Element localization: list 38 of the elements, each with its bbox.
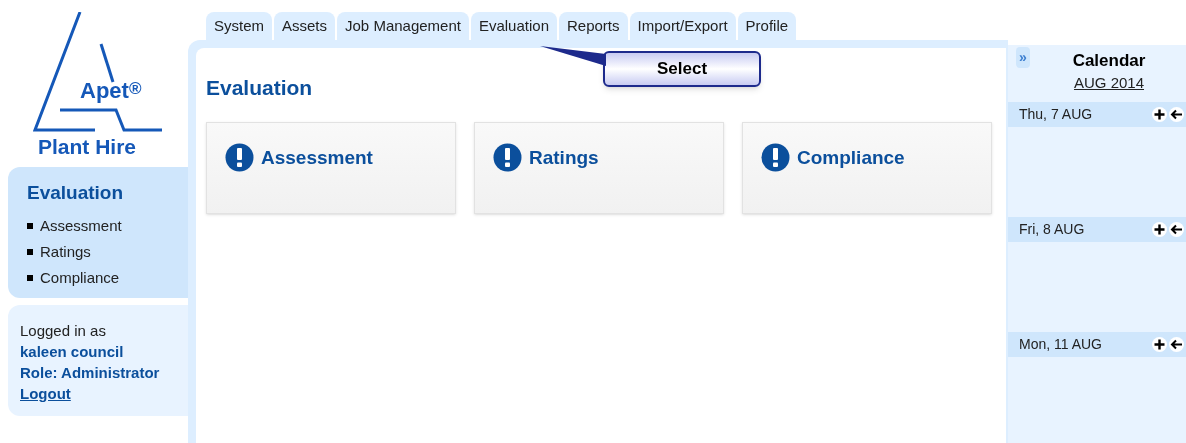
bullet-icon [27,274,33,281]
exclamation-icon [493,142,522,172]
page-title: Evaluation [206,75,314,101]
back-arrow-icon[interactable] [1169,107,1184,122]
month-link[interactable]: AUG 2014 [1073,72,1144,95]
add-icon[interactable] [1152,337,1167,352]
sidebar-link[interactable]: Compliance [40,267,120,288]
callout: Select [603,51,761,87]
tab[interactable]: Profile [737,12,797,40]
tab[interactable]: Assets [274,12,336,40]
bullet-icon [27,222,33,229]
day-header: Mon, 11 AUG [1008,332,1186,357]
day-header: Thu, 7 AUG [1008,102,1186,127]
tab[interactable]: Job Management [337,12,469,40]
logout-link[interactable]: Logout [20,382,71,404]
tab[interactable]: Reports [559,12,628,40]
logo-text: Apet® [80,80,142,102]
tab[interactable]: Evaluation [470,12,557,40]
sidebar-link[interactable]: Ratings [40,241,91,262]
card[interactable]: Compliance [742,121,992,214]
card[interactable]: Assessment [206,121,456,214]
exclamation-icon [225,142,254,172]
user-panel: Logged in as kaleen council Role: Administrator Logout [8,304,188,416]
add-icon[interactable] [1152,107,1167,122]
add-icon[interactable] [1152,222,1167,237]
sidebar-title: Evaluation [27,181,125,205]
bullet-icon [27,248,33,255]
sidebar-link[interactable]: Assessment [40,215,122,236]
back-arrow-icon[interactable] [1169,222,1184,237]
back-arrow-icon[interactable] [1169,337,1184,352]
day-header: Fri, 8 AUG [1008,217,1186,242]
calendar-title: Calendar [1072,50,1146,72]
card[interactable]: Ratings [474,121,724,214]
tab[interactable]: System [206,12,272,40]
exclamation-icon [761,142,790,172]
logo-subtitle: Plant Hire [38,136,137,157]
callout-pointer [540,46,606,66]
tab[interactable]: Import/Export [629,12,736,40]
